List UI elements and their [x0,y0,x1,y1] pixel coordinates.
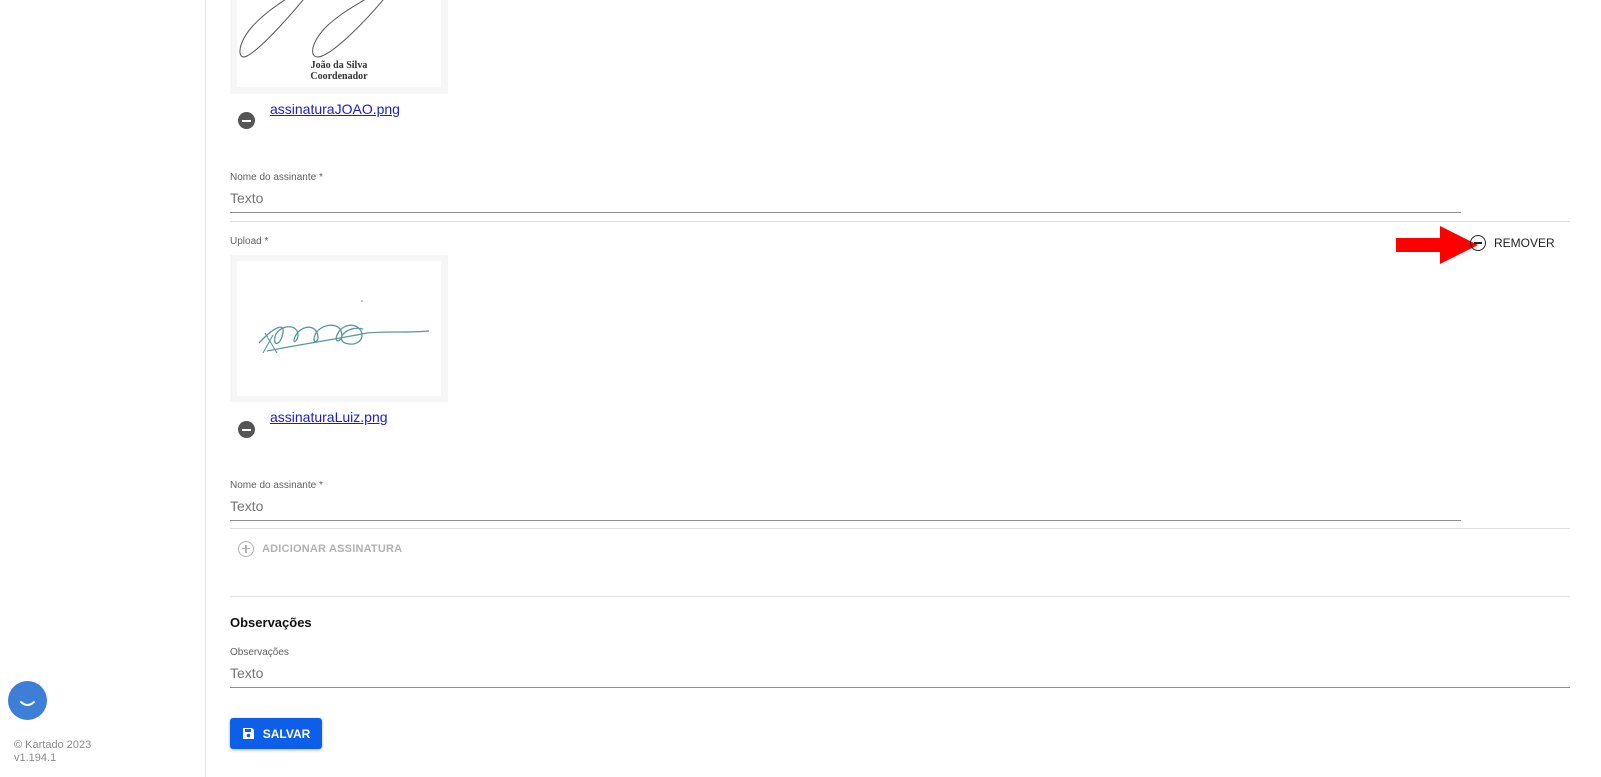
signature-drawing-2 [258,300,430,354]
upload-label: Upload * [230,236,269,247]
signature-image-caption: João da Silva Coordenador [310,60,368,82]
signature-preview-2 [230,255,448,402]
annotation-arrow [1396,226,1478,264]
save-button[interactable]: SALVAR [230,718,322,749]
signer-name-label-1: Nome do assinante * [230,172,323,183]
observations-input[interactable] [230,665,1570,688]
file-link-2[interactable]: assinaturaLuiz.png [270,409,388,425]
remove-file-icon[interactable] [238,421,255,438]
version-text: v1.194.1 [14,752,57,764]
add-signature-button[interactable]: ADICIONAR ASSINATURA [238,541,402,557]
signer-name-label-2: Nome do assinante * [230,480,323,491]
signer-name-input-1[interactable] [230,190,1461,213]
copyright-text: © Kartado 2023 [14,739,92,751]
footer: © Kartado 2023 v1.194.1 [14,739,91,765]
signature-form: João da Silva Coordenador assinaturaJOAO… [230,0,1570,777]
signature-preview-1: João da Silva Coordenador [230,0,448,94]
plus-circle-icon [238,541,254,557]
remove-signature-button[interactable]: REMOVER [1470,233,1555,253]
observations-label: Observações [230,647,289,658]
signature-drawing-1 [239,0,384,58]
remove-file-icon[interactable] [238,112,255,129]
chat-icon[interactable] [8,681,47,720]
save-label: SALVAR [262,726,311,741]
file-link-1[interactable]: assinaturaJOAO.png [270,101,400,117]
add-signature-label: ADICIONAR ASSINATURA [262,543,403,555]
divider [230,596,1570,597]
minus-circle-icon [1470,235,1486,251]
divider [230,221,1570,222]
signer-name-input-2[interactable] [230,498,1461,521]
observations-title: Observações [230,615,312,630]
remove-signature-label: REMOVER [1494,236,1555,250]
divider [230,528,1570,529]
sidebar: © Kartado 2023 v1.194.1 [0,0,206,777]
floppy-disk-icon [242,728,254,739]
